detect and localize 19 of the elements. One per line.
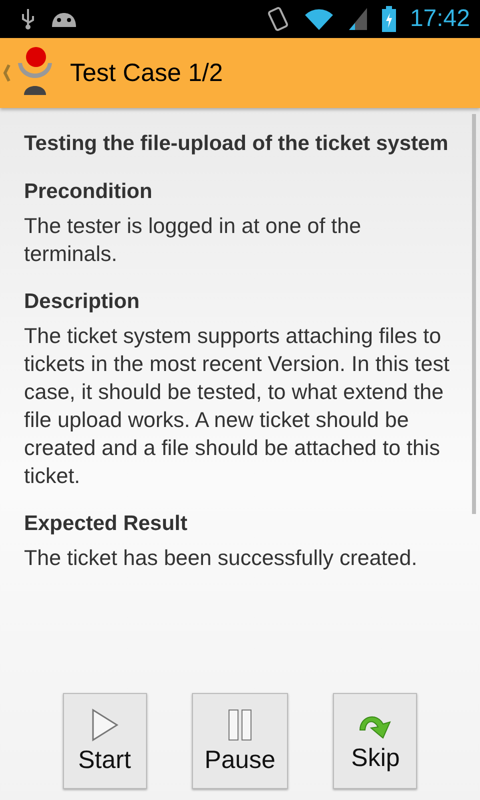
wifi-icon [304,7,334,31]
section-heading: Expected Result [24,511,188,537]
play-icon [90,708,119,742]
section-text: The ticket has been successfully created. [24,545,418,572]
pause-icon [228,708,252,742]
section-text: The ticket system supports attaching files to tickets in the most recent Version. In this test case, it should be tested, to what extend the file upload works. A new ticket should be created and a file should be attached to this ticket. [24,323,450,490]
skip-button[interactable]: Skip [333,693,418,789]
battery-icon [382,6,396,32]
start-button[interactable]: Start [62,693,147,789]
vibrate-icon [266,6,290,32]
screen-title: Test Case 1/2 [70,58,223,88]
clock-time: 17:42 [410,5,470,33]
section-heading: Precondition [24,179,154,205]
section-text: The tester is logged in at one of the terminals. [24,213,362,268]
test-case-title: Testing the file-upload of the ticket system [24,131,450,157]
pause-button[interactable]: Pause [192,693,288,789]
usb-icon [20,8,36,30]
section-heading: Description [24,289,141,315]
signal-icon [348,7,368,31]
